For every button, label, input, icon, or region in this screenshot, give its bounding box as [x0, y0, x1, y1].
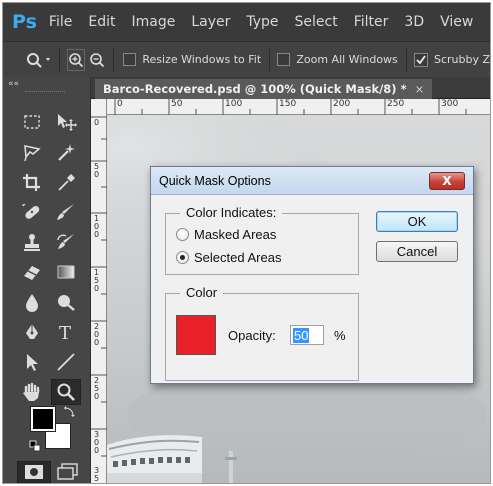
- eyedropper-tool-icon[interactable]: [51, 169, 81, 195]
- checkmark-icon[interactable]: [413, 52, 428, 67]
- opacity-input[interactable]: 50: [290, 325, 324, 345]
- magic-wand-tool-icon[interactable]: [51, 139, 81, 165]
- foreground-color-swatch[interactable]: [30, 406, 56, 432]
- cancel-button[interactable]: Cancel: [376, 241, 458, 262]
- percent-label: %: [334, 328, 346, 343]
- menu-bar: Ps File Edit Image Layer Type Select Fil…: [3, 3, 490, 41]
- menu-3d[interactable]: 3D: [404, 14, 424, 30]
- resize-windows-checkbox[interactable]: Resize Windows to Fit: [123, 53, 261, 66]
- selected-areas-radio[interactable]: [176, 251, 189, 264]
- horizontal-ruler[interactable]: 0 50 100 150 200 250 300: [107, 99, 490, 115]
- blur-tool-icon[interactable]: [17, 289, 47, 315]
- dialog-title: Quick Mask Options: [159, 173, 271, 188]
- menu-file[interactable]: File: [49, 14, 72, 30]
- scrubby-zoom-label: Scrubby Z: [433, 53, 491, 66]
- masked-areas-option[interactable]: Masked Areas: [176, 227, 276, 242]
- hand-tool-icon[interactable]: [17, 379, 47, 405]
- ok-button[interactable]: OK: [376, 211, 458, 232]
- color-indicates-group: Color Indicates: Masked Areas Selected A…: [165, 205, 359, 275]
- photoshop-window: Ps File Edit Image Layer Type Select Fil…: [2, 2, 491, 484]
- close-icon[interactable]: X: [429, 172, 465, 190]
- zoom-tool-icon[interactable]: [51, 379, 81, 405]
- menu-window[interactable]: Wi: [489, 14, 490, 30]
- gradient-tool-icon[interactable]: [51, 259, 81, 285]
- mask-color-swatch[interactable]: [176, 315, 216, 355]
- path-selection-tool-icon[interactable]: [17, 349, 47, 375]
- svg-text:T: T: [59, 323, 71, 342]
- collapse-panel-icon[interactable]: ««: [8, 79, 19, 89]
- menu-image[interactable]: Image: [131, 14, 175, 30]
- masked-areas-label: Masked Areas: [194, 227, 277, 242]
- line-tool-icon[interactable]: [51, 349, 81, 375]
- photoshop-logo: Ps: [12, 11, 37, 33]
- tools-panel: «« T: [3, 77, 91, 483]
- zoom-in-icon[interactable]: [67, 48, 86, 71]
- menu-type[interactable]: Type: [246, 14, 278, 30]
- rectangular-marquee-tool-icon[interactable]: [17, 109, 47, 135]
- spot-healing-brush-tool-icon[interactable]: [17, 199, 47, 225]
- dodge-tool-icon[interactable]: [51, 289, 81, 315]
- document-tab-title: Barco-Recovered.psd @ 100% (Quick Mask/8…: [103, 82, 407, 96]
- brush-tool-icon[interactable]: [51, 199, 81, 225]
- close-tab-icon[interactable]: ×: [415, 82, 425, 96]
- selected-areas-option[interactable]: Selected Areas: [176, 250, 281, 265]
- vertical-ruler[interactable]: 0 50 100 150 200 250 300 350: [91, 99, 107, 483]
- document-tab[interactable]: Barco-Recovered.psd @ 100% (Quick Mask/8…: [95, 79, 433, 99]
- clone-stamp-tool-icon[interactable]: [17, 229, 47, 255]
- options-bar: Resize Windows to Fit Zoom All Windows S…: [3, 41, 490, 77]
- zoom-out-icon[interactable]: [89, 49, 105, 71]
- selected-areas-label: Selected Areas: [194, 250, 282, 265]
- resize-windows-check-box[interactable]: [123, 53, 137, 66]
- opacity-value: 50: [293, 328, 310, 343]
- resize-windows-label: Resize Windows to Fit: [142, 53, 262, 66]
- quick-mask-options-dialog: Quick Mask Options X Color Indicates: Ma…: [150, 166, 474, 384]
- color-indicates-legend: Color Indicates:: [180, 205, 283, 220]
- zoom-all-check-box[interactable]: [277, 53, 291, 66]
- crop-tool-icon[interactable]: [17, 169, 47, 195]
- history-brush-tool-icon[interactable]: [51, 229, 81, 255]
- zoom-tool-preset-icon[interactable]: [25, 51, 51, 69]
- masked-areas-radio[interactable]: [176, 228, 189, 241]
- horizontal-ruler-ticks: [114, 99, 467, 115]
- menu-view[interactable]: View: [440, 14, 473, 30]
- move-tool-icon[interactable]: [51, 109, 81, 135]
- vertical-ruler-ticks: [91, 116, 107, 457]
- dialog-title-bar[interactable]: Quick Mask Options: [151, 167, 473, 195]
- menu-edit[interactable]: Edit: [88, 14, 115, 30]
- eraser-tool-icon[interactable]: [17, 259, 47, 285]
- swap-colors-icon[interactable]: [63, 403, 75, 422]
- document-tab-bar: Barco-Recovered.psd @ 100% (Quick Mask/8…: [91, 77, 490, 99]
- color-group: Color Opacity: 50 %: [165, 285, 359, 381]
- zoom-all-windows-label: Zoom All Windows: [296, 53, 398, 66]
- panel-grip[interactable]: [25, 91, 65, 94]
- color-legend: Color: [180, 285, 224, 300]
- menu-layer[interactable]: Layer: [191, 14, 230, 30]
- menu-filter[interactable]: Filter: [354, 14, 389, 30]
- menu-select[interactable]: Select: [295, 14, 338, 30]
- zoom-all-windows-checkbox[interactable]: Zoom All Windows: [277, 53, 398, 66]
- type-tool-icon[interactable]: T: [51, 319, 81, 345]
- lasso-tool-icon[interactable]: [17, 139, 47, 165]
- opacity-label: Opacity:: [228, 328, 276, 343]
- default-colors-icon[interactable]: [29, 437, 41, 456]
- scrubby-zoom-checkbox[interactable]: Scrubby Z: [413, 52, 491, 67]
- screen-mode-icon[interactable]: [57, 463, 79, 483]
- quick-mask-mode-icon[interactable]: [17, 461, 51, 483]
- pen-tool-icon[interactable]: [17, 319, 47, 345]
